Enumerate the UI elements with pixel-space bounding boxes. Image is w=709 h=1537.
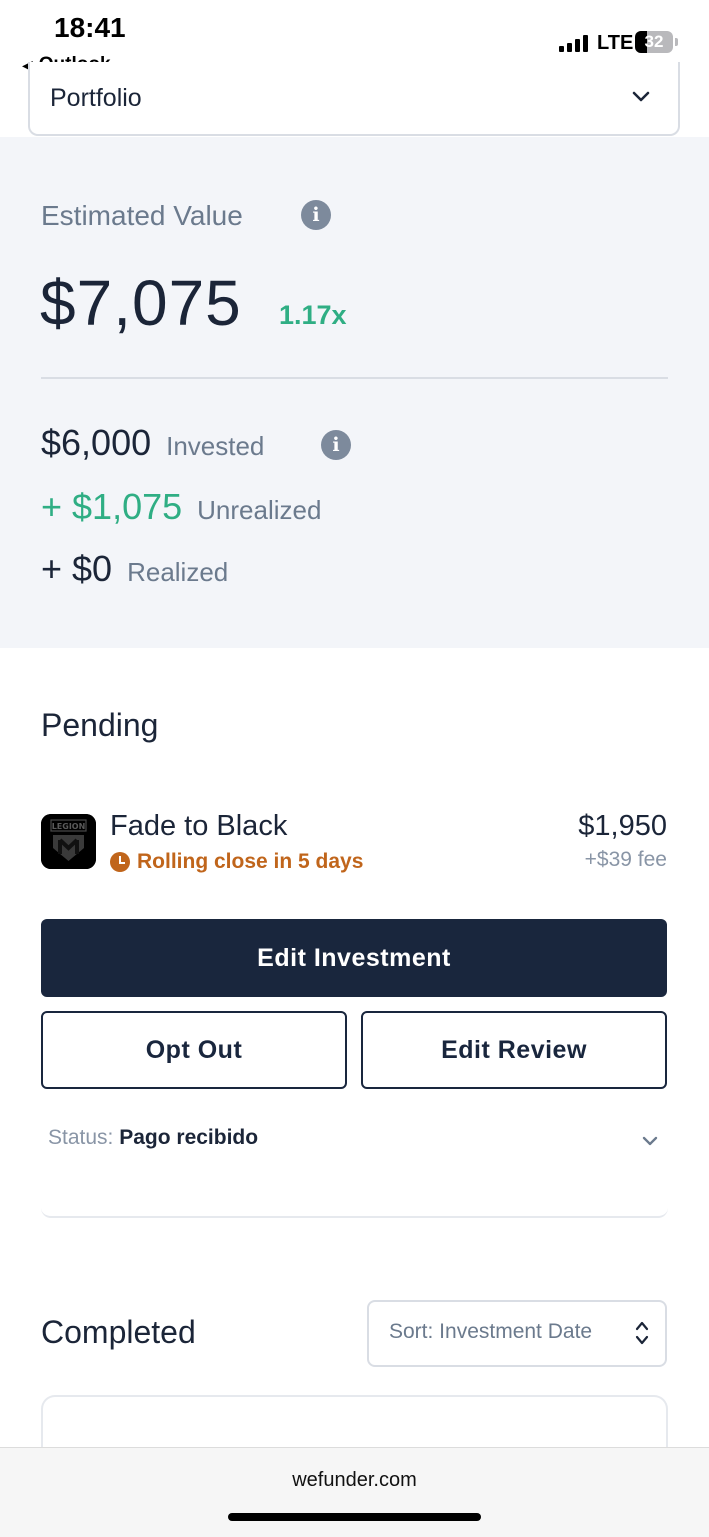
chevron-down-icon[interactable] [630,86,652,108]
pending-section-title: Pending [41,707,159,743]
pending-card-edge [41,1196,668,1218]
clock-icon [110,852,130,872]
invested-label: Invested [166,431,265,461]
invested-row: $6,000 Invested [41,422,264,464]
sort-updown-icon[interactable] [633,1318,651,1348]
network-type: LTE [597,32,634,54]
edit-investment-button[interactable]: Edit Investment [41,919,667,997]
payment-status-row[interactable]: Status: Pago recibido [48,1126,258,1150]
estimated-value: $7,075 [40,267,242,339]
edit-review-button[interactable]: Edit Review [361,1011,667,1089]
status-key: Status: [48,1126,114,1149]
battery-icon: 32 [635,31,673,53]
summary-divider [41,377,668,379]
status-value: Pago recibido [119,1126,259,1149]
info-icon[interactable]: i [301,200,331,230]
realized-label: Realized [127,557,229,587]
battery-level: 32 [644,32,664,51]
legion-logo-icon: LEGION [41,814,96,869]
browser-bottom-bar [0,1447,709,1537]
value-multiple: 1.17x [279,300,347,330]
status-time: 18:41 [54,12,126,43]
company-logo[interactable]: LEGION [41,814,96,869]
investment-amount: $1,950 [578,810,667,842]
logo-text: LEGION [52,822,86,831]
browser-url[interactable]: wefunder.com [0,1469,709,1492]
signal-bars-icon [559,34,588,52]
investment-status-text: Rolling close in 5 days [137,850,364,873]
chevron-down-icon[interactable] [640,1131,660,1151]
portfolio-select-value: Portfolio [50,84,142,112]
home-indicator[interactable] [228,1513,481,1521]
battery-nub [675,38,678,46]
estimated-value-label: Estimated Value [41,200,243,231]
completed-section-title: Completed [41,1314,196,1350]
realized-amount: + $0 [41,548,113,589]
investment-fee: +$39 fee [584,848,667,871]
sort-select-label: Sort: Investment Date [389,1320,593,1343]
investment-status: Rolling close in 5 days [110,850,363,874]
investment-name[interactable]: Fade to Black [110,810,287,843]
unrealized-label: Unrealized [197,495,322,525]
opt-out-button[interactable]: Opt Out [41,1011,347,1089]
info-icon[interactable]: i [321,430,351,460]
realized-row: + $0 Realized [41,548,228,590]
unrealized-row: + $1,075 Unrealized [41,486,321,528]
unrealized-amount: + $1,075 [41,486,183,527]
invested-amount: $6,000 [41,422,152,463]
